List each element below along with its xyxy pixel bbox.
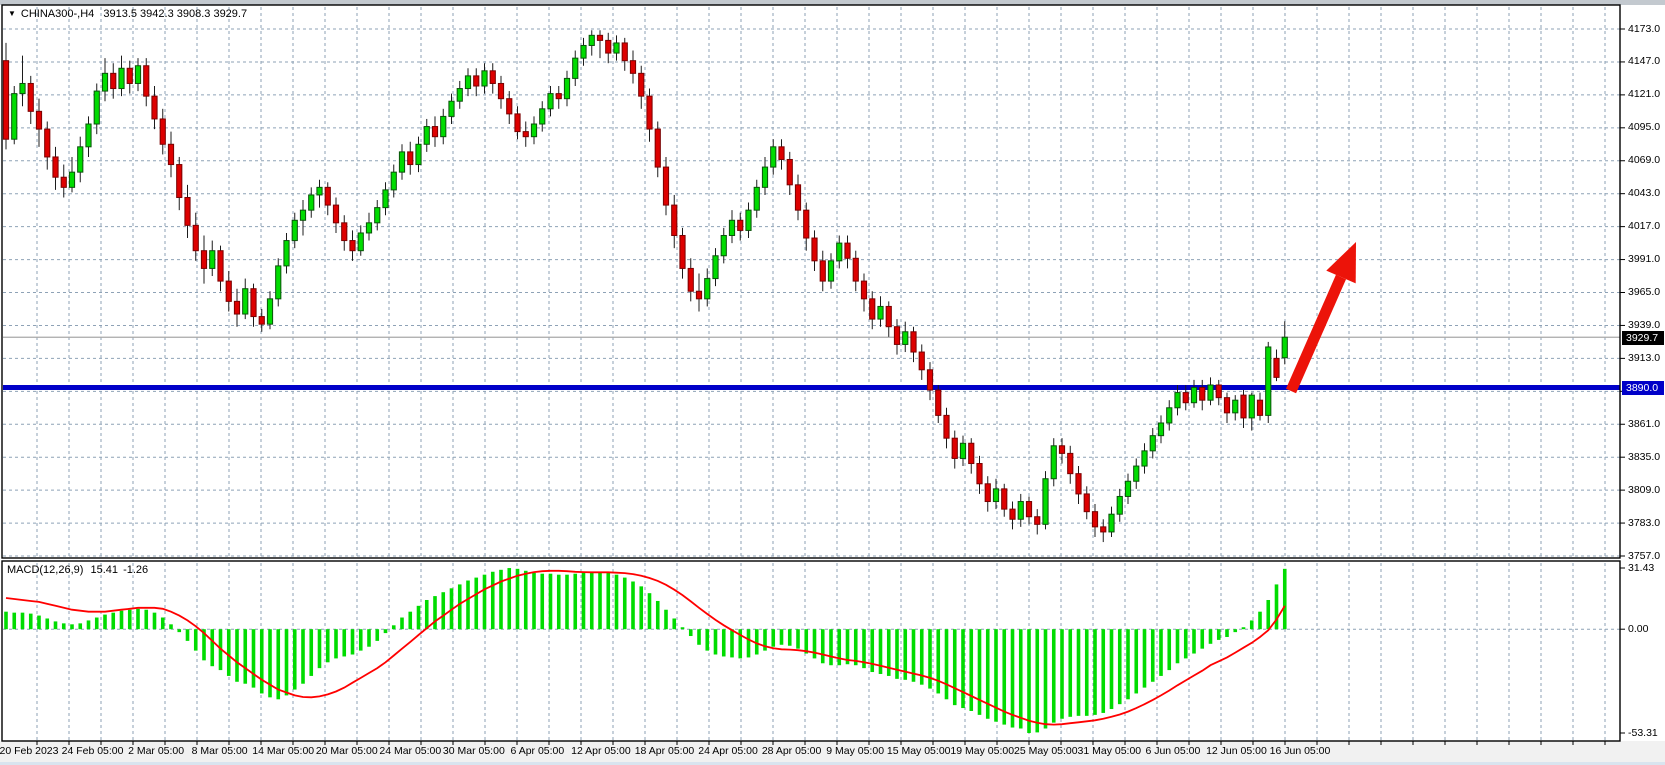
date-axis-label: 20 Mar 05:00 bbox=[316, 745, 378, 757]
date-axis-label: 28 Apr 05:00 bbox=[762, 745, 822, 757]
ohlc-values-label: 3913.5 3942.3 3908.3 3929.7 bbox=[103, 8, 247, 20]
price-axis-label: 3991.0 bbox=[1628, 253, 1660, 266]
level-price-badge: 3890.0 bbox=[1622, 381, 1664, 395]
macd-name: MACD(12,26,9) bbox=[7, 564, 83, 576]
date-axis-label: 20 Feb 2023 bbox=[0, 745, 58, 757]
macd-indicator-label: MACD(12,26,9) 15.41 -1.26 bbox=[7, 564, 148, 576]
chart-header: ▼ CHINA300-,H4 3913.5 3942.3 3908.3 3929.… bbox=[8, 8, 247, 20]
price-axis-label: 4147.0 bbox=[1628, 55, 1660, 68]
price-axis-label: 4017.0 bbox=[1628, 220, 1660, 233]
price-axis-label: 4173.0 bbox=[1628, 23, 1660, 36]
date-axis-label: 8 Mar 05:00 bbox=[192, 745, 248, 757]
date-axis-label: 6 Jun 05:00 bbox=[1145, 745, 1200, 757]
date-axis-label: 12 Apr 05:00 bbox=[571, 745, 631, 757]
price-axis-label: 4121.0 bbox=[1628, 88, 1660, 101]
price-axis-label: 3835.0 bbox=[1628, 451, 1660, 464]
date-axis-label: 2 Mar 05:00 bbox=[128, 745, 184, 757]
date-axis-label: 31 May 05:00 bbox=[1078, 745, 1142, 757]
price-axis-label: 4095.0 bbox=[1628, 121, 1660, 134]
date-axis-label: 24 Feb 05:00 bbox=[62, 745, 124, 757]
price-axis-label: 3783.0 bbox=[1628, 517, 1660, 530]
macd-scale-label: -53.31 bbox=[1628, 727, 1658, 740]
date-axis-label: 6 Apr 05:00 bbox=[511, 745, 565, 757]
macd-scale-label: 31.43 bbox=[1628, 562, 1654, 575]
date-axis-label: 9 May 05:00 bbox=[826, 745, 884, 757]
macd-value: 15.41 bbox=[90, 564, 118, 576]
price-axis-label: 3965.0 bbox=[1628, 286, 1660, 299]
date-axis-label: 18 Apr 05:00 bbox=[635, 745, 695, 757]
price-axis-label: 3939.0 bbox=[1628, 319, 1660, 332]
symbol-dropdown-icon[interactable]: ▼ bbox=[8, 9, 16, 18]
trading-chart-window: ▼ CHINA300-,H4 3913.5 3942.3 3908.3 3929.… bbox=[0, 0, 1665, 765]
date-axis-label: 24 Apr 05:00 bbox=[698, 745, 758, 757]
price-chart-canvas[interactable] bbox=[0, 0, 1665, 765]
price-axis-label: 3913.0 bbox=[1628, 352, 1660, 365]
macd-scale-label: 0.00 bbox=[1628, 623, 1648, 636]
date-axis-label: 14 Mar 05:00 bbox=[252, 745, 314, 757]
price-axis-label: 3809.0 bbox=[1628, 484, 1660, 497]
bid-price-badge: 3929.7 bbox=[1622, 331, 1664, 345]
date-axis-label: 15 May 05:00 bbox=[887, 745, 951, 757]
date-axis-label: 30 Mar 05:00 bbox=[443, 745, 505, 757]
symbol-period-label: CHINA300-,H4 bbox=[21, 8, 94, 20]
date-axis-label: 19 May 05:00 bbox=[950, 745, 1014, 757]
price-axis-label: 3861.0 bbox=[1628, 418, 1660, 431]
price-axis-label: 4043.0 bbox=[1628, 187, 1660, 200]
date-axis-label: 25 May 05:00 bbox=[1014, 745, 1078, 757]
date-axis-label: 12 Jun 05:00 bbox=[1206, 745, 1267, 757]
price-axis-label: 4069.0 bbox=[1628, 154, 1660, 167]
date-axis-label: 16 Jun 05:00 bbox=[1270, 745, 1331, 757]
date-axis-label: 24 Mar 05:00 bbox=[379, 745, 441, 757]
macd-signal-value: -1.26 bbox=[123, 564, 148, 576]
trend-arrow-annotation[interactable] bbox=[1291, 242, 1356, 391]
